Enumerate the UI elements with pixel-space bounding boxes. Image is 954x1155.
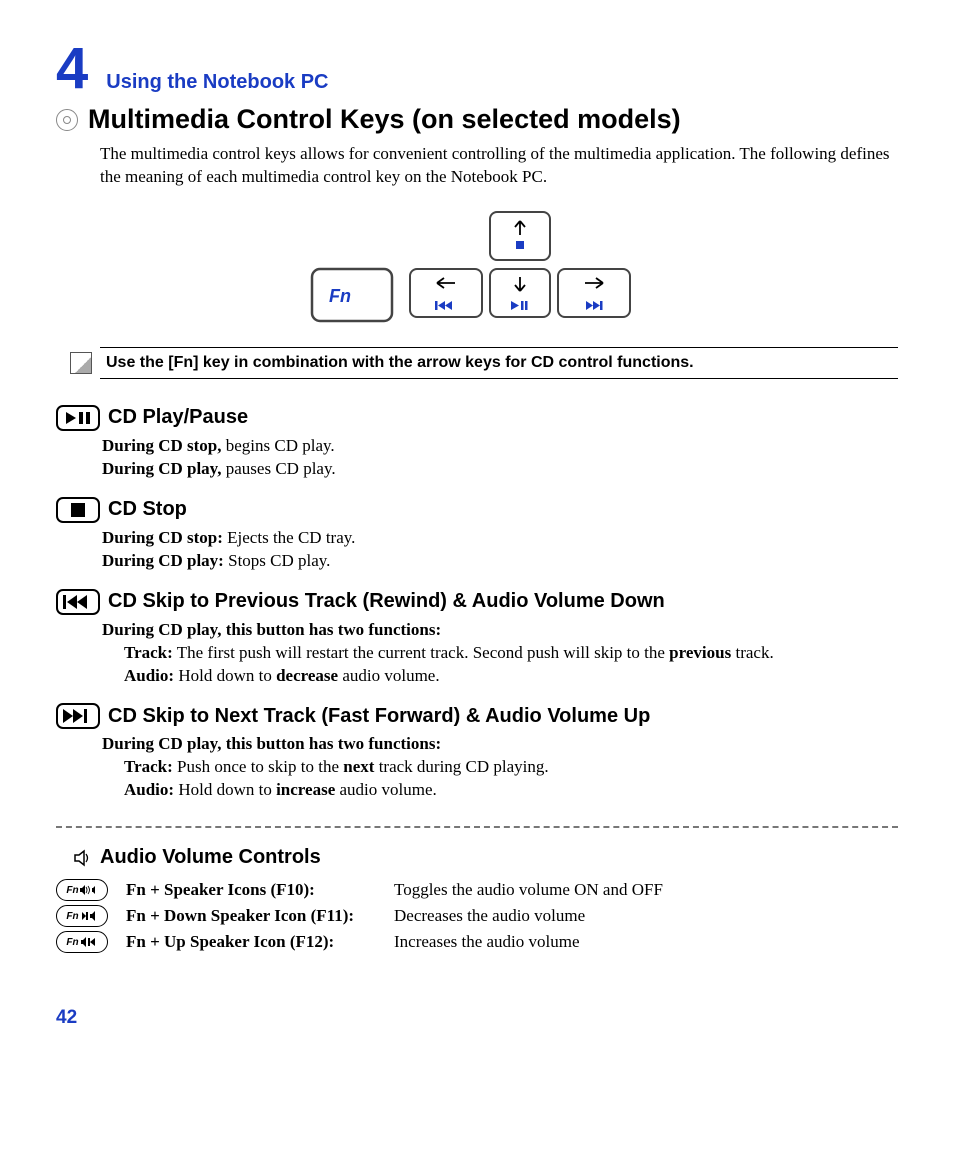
audio-row: Fn Fn + Down Speaker Icon (F11): Decreas… bbox=[56, 905, 898, 927]
audio-label: Fn + Speaker Icons (F10): bbox=[126, 880, 376, 900]
page-number: 42 bbox=[56, 1007, 898, 1029]
disc-icon bbox=[56, 109, 78, 131]
section-play-pause: CD Play/Pause During CD stop, begins CD … bbox=[56, 405, 898, 481]
audio-title: Audio Volume Controls bbox=[100, 846, 321, 869]
fn-key-label: Fn bbox=[329, 286, 351, 306]
chapter-title: Using the Notebook PC bbox=[106, 71, 328, 94]
section-title: CD Skip to Previous Track (Rewind) & Aud… bbox=[108, 590, 665, 613]
skip-prev-icon bbox=[56, 589, 100, 615]
audio-label: Fn + Down Speaker Icon (F11): bbox=[126, 906, 376, 926]
audio-desc: Toggles the audio volume ON and OFF bbox=[394, 880, 663, 900]
audio-desc: Increases the audio volume bbox=[394, 932, 580, 952]
stop-icon bbox=[56, 497, 100, 523]
main-heading-row: Multimedia Control Keys (on selected mod… bbox=[56, 104, 898, 135]
play-pause-icon bbox=[56, 405, 100, 431]
fn-f10-icon: Fn bbox=[56, 879, 108, 901]
note-icon bbox=[70, 352, 92, 374]
chapter-number: 4 bbox=[56, 40, 88, 98]
audio-row: Fn Fn + Speaker Icons (F10): Toggles the… bbox=[56, 879, 898, 901]
fn-f11-icon: Fn bbox=[56, 905, 108, 927]
audio-heading-row: Audio Volume Controls bbox=[74, 846, 898, 869]
section-stop: CD Stop During CD stop: Ejects the CD tr… bbox=[56, 497, 898, 573]
section-title: CD Stop bbox=[108, 498, 187, 521]
chapter-header: 4 Using the Notebook PC bbox=[56, 40, 898, 98]
main-heading: Multimedia Control Keys (on selected mod… bbox=[88, 104, 681, 135]
skip-next-icon bbox=[56, 703, 100, 729]
audio-label: Fn + Up Speaker Icon (F12): bbox=[126, 932, 376, 952]
audio-table: Fn Fn + Speaker Icons (F10): Toggles the… bbox=[56, 879, 898, 953]
fn-f12-icon: Fn bbox=[56, 931, 108, 953]
section-next: CD Skip to Next Track (Fast Forward) & A… bbox=[56, 703, 898, 802]
note-box: Use the [Fn] key in combination with the… bbox=[100, 347, 898, 379]
audio-desc: Decreases the audio volume bbox=[394, 906, 585, 926]
keyboard-diagram: Fn bbox=[56, 207, 898, 327]
intro-paragraph: The multimedia control keys allows for c… bbox=[100, 143, 898, 189]
audio-row: Fn Fn + Up Speaker Icon (F12): Increases… bbox=[56, 931, 898, 953]
divider bbox=[56, 826, 898, 828]
section-title: CD Skip to Next Track (Fast Forward) & A… bbox=[108, 705, 650, 728]
speaker-icon bbox=[74, 849, 92, 867]
section-prev: CD Skip to Previous Track (Rewind) & Aud… bbox=[56, 589, 898, 688]
note-text: Use the [Fn] key in combination with the… bbox=[106, 354, 694, 372]
section-title: CD Play/Pause bbox=[108, 406, 248, 429]
